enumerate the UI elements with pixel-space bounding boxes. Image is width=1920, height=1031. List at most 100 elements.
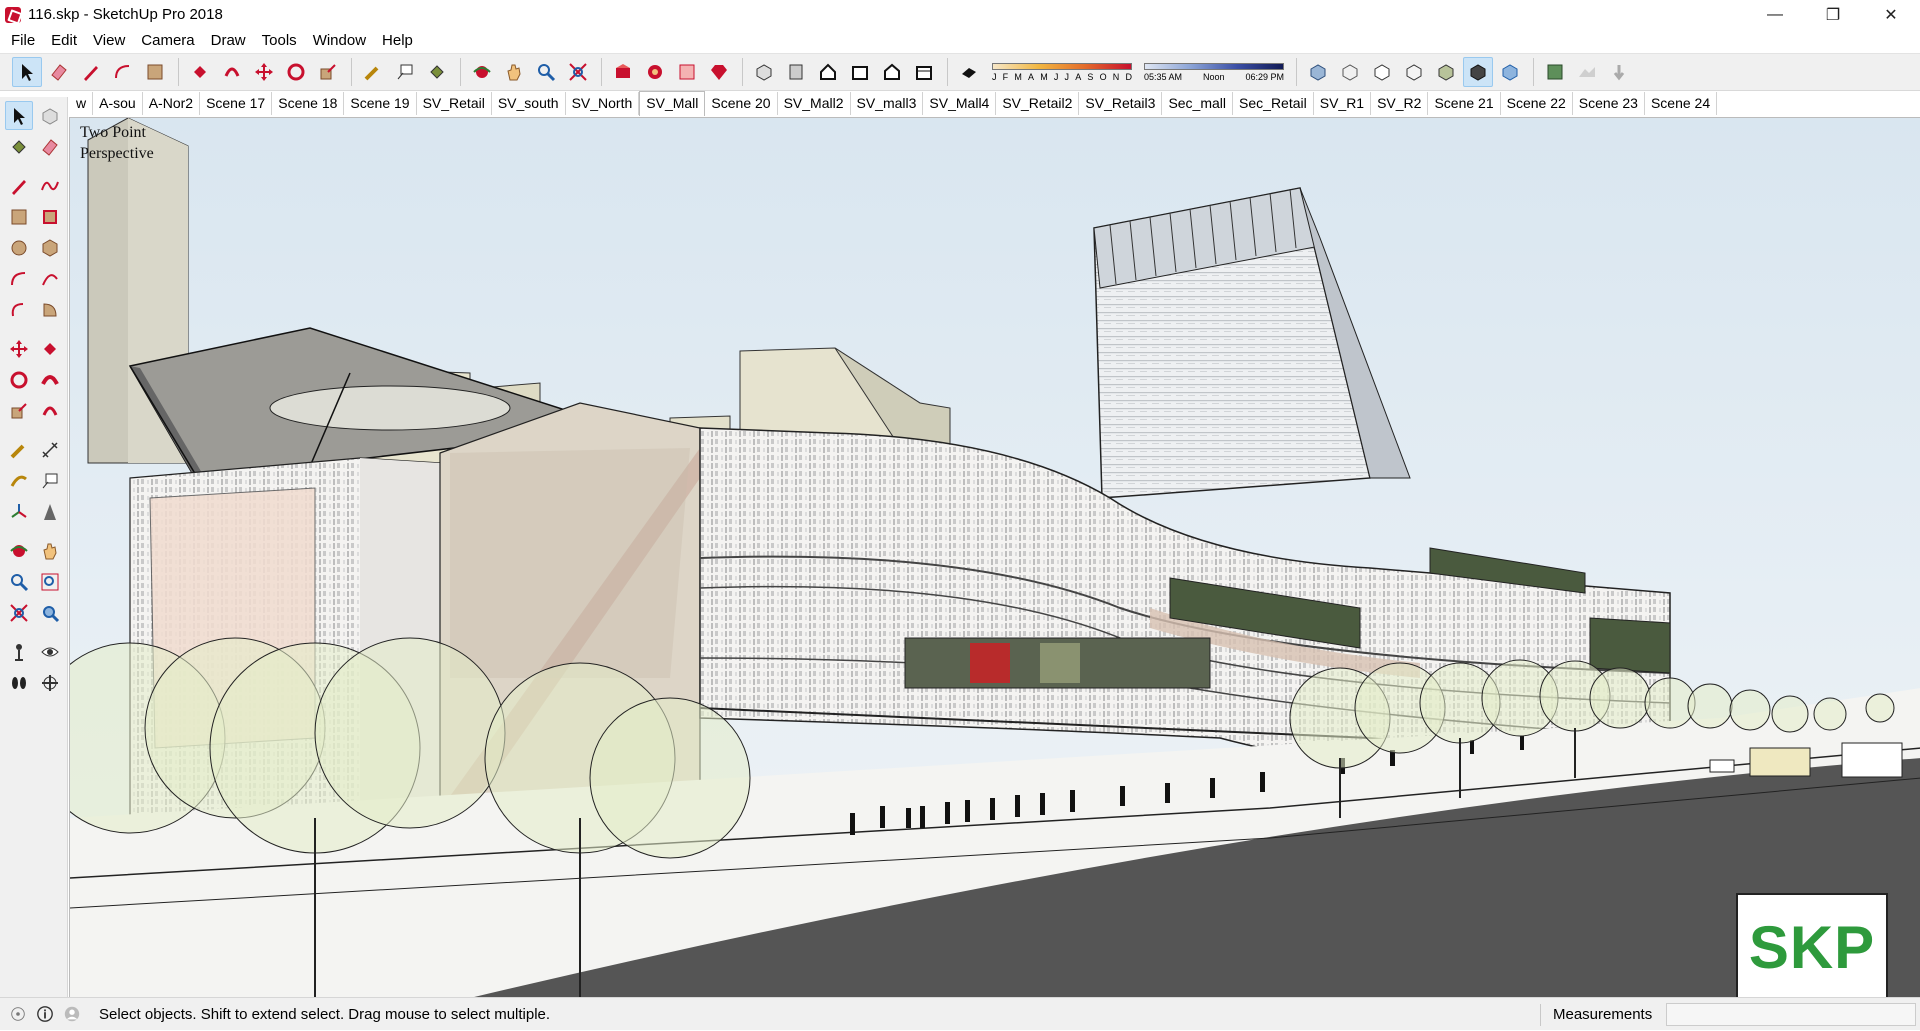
tab-scene[interactable]: Scene 18	[272, 92, 345, 115]
protractor-button[interactable]	[5, 466, 33, 495]
eraser-tool-button[interactable]	[44, 57, 74, 87]
menu-tools[interactable]: Tools	[254, 29, 305, 53]
shadow-time-slider[interactable]: 05:35 AM Noon 06:29 PM	[1144, 62, 1284, 82]
orbit-button[interactable]	[467, 57, 497, 87]
tape-measure-button[interactable]	[5, 435, 33, 464]
zoom-button[interactable]	[5, 567, 33, 596]
line-tool-button[interactable]	[76, 57, 106, 87]
follow-me-button[interactable]	[36, 365, 64, 394]
arc-button[interactable]	[5, 264, 33, 293]
tab-scene[interactable]: SV_Retail	[417, 92, 492, 115]
line-button[interactable]	[5, 171, 33, 200]
offset-button[interactable]	[36, 396, 64, 425]
tab-scene[interactable]: SV_R1	[1314, 92, 1372, 115]
tab-scene[interactable]: SV_Mall4	[923, 92, 997, 115]
menu-camera[interactable]: Camera	[133, 29, 202, 53]
right-view-button[interactable]	[845, 57, 875, 87]
tab-scene-active[interactable]: SV_Mall	[639, 91, 706, 116]
tab-scene[interactable]: SV_Retail3	[1079, 92, 1163, 115]
shape-tool-button[interactable]	[140, 57, 170, 87]
push-pull-button[interactable]	[36, 334, 64, 363]
monochrome-button[interactable]	[1463, 57, 1493, 87]
circle-button[interactable]	[5, 233, 33, 262]
model-viewport[interactable]: Two Point Perspective SKP	[69, 117, 1920, 997]
rectangle-button[interactable]	[5, 202, 33, 231]
shaded-textures-button[interactable]	[1431, 57, 1461, 87]
tab-scene[interactable]: Sec_Retail	[1233, 92, 1314, 115]
restore-icon[interactable]: ❐	[1804, 0, 1862, 29]
tab-scene[interactable]: Scene 23	[1573, 92, 1645, 115]
minimize-icon[interactable]: —	[1746, 0, 1804, 29]
select-tool-button[interactable]	[5, 101, 34, 130]
dimension-button[interactable]	[36, 435, 64, 464]
polygon-button[interactable]	[36, 233, 64, 262]
back-view-button[interactable]	[877, 57, 907, 87]
pan-button[interactable]	[499, 57, 529, 87]
menu-window[interactable]: Window	[305, 29, 374, 53]
scale-button[interactable]	[313, 57, 343, 87]
tab-scene[interactable]: Scene 24	[1645, 92, 1718, 115]
toggle-terrain-button[interactable]	[1572, 57, 1602, 87]
extension-warehouse-button[interactable]	[640, 57, 670, 87]
tab-scene[interactable]: Scene 17	[200, 92, 273, 115]
time-slider-track[interactable]	[1144, 62, 1284, 70]
tab-scene[interactable]: A-Nor2	[143, 92, 201, 115]
hidden-line-button[interactable]	[1367, 57, 1397, 87]
user-account-icon[interactable]	[63, 1005, 81, 1023]
push-pull-button[interactable]	[185, 57, 215, 87]
iso-view-button[interactable]	[749, 57, 779, 87]
rotated-rectangle-button[interactable]	[36, 202, 64, 231]
tab-scene[interactable]: Scene 21	[1428, 92, 1501, 115]
tab-scene[interactable]: Scene 22	[1501, 92, 1573, 115]
tab-scene[interactable]: A-sou	[93, 92, 143, 115]
back-edges-button[interactable]	[1495, 57, 1525, 87]
pie-button[interactable]	[36, 295, 64, 324]
ruby-console-button[interactable]	[704, 57, 734, 87]
menu-file[interactable]: File	[3, 29, 43, 53]
photo-textures-button[interactable]	[1604, 57, 1634, 87]
menu-edit[interactable]: Edit	[43, 29, 85, 53]
move-button[interactable]	[5, 334, 33, 363]
tab-scene[interactable]: Sec_mall	[1162, 92, 1234, 115]
select-tool-button[interactable]	[12, 57, 42, 87]
add-location-button[interactable]	[1540, 57, 1570, 87]
shadow-date-slider[interactable]: J F M A M J J A S O N D	[992, 62, 1132, 82]
move-button[interactable]	[249, 57, 279, 87]
shadows-toggle-button[interactable]	[954, 57, 984, 87]
axes-button[interactable]	[5, 497, 33, 526]
left-view-button[interactable]	[909, 57, 939, 87]
3d-text-button[interactable]	[36, 497, 64, 526]
paint-bucket-button[interactable]	[422, 57, 452, 87]
tab-scene[interactable]: SV_R2	[1371, 92, 1429, 115]
text-tool-button[interactable]	[390, 57, 420, 87]
previous-view-button[interactable]	[36, 598, 64, 627]
eraser-button[interactable]	[36, 132, 64, 161]
text-button[interactable]	[36, 466, 64, 495]
tab-scene[interactable]: SV_Retail2	[996, 92, 1080, 115]
two-point-arc-button[interactable]	[36, 264, 64, 293]
top-view-button[interactable]	[781, 57, 811, 87]
make-component-button[interactable]	[36, 101, 64, 130]
rotate-button[interactable]	[281, 57, 311, 87]
zoom-extents-button[interactable]	[563, 57, 593, 87]
freehand-button[interactable]	[36, 171, 64, 200]
position-camera-button[interactable]	[5, 637, 33, 666]
menu-help[interactable]: Help	[374, 29, 421, 53]
offset-button[interactable]	[217, 57, 247, 87]
tab-scene[interactable]: w	[70, 92, 94, 115]
front-view-button[interactable]	[813, 57, 843, 87]
measurements-input[interactable]	[1666, 1003, 1916, 1026]
tab-scene[interactable]: Scene 20	[705, 92, 778, 115]
zoom-window-button[interactable]	[36, 567, 64, 596]
tape-measure-button[interactable]	[358, 57, 388, 87]
tab-scene[interactable]: SV_Mall2	[778, 92, 851, 115]
month-slider-track[interactable]	[992, 62, 1132, 70]
layout-button[interactable]	[672, 57, 702, 87]
paint-bucket-button[interactable]	[5, 132, 33, 161]
arc-tool-button[interactable]	[108, 57, 138, 87]
xray-button[interactable]	[1303, 57, 1333, 87]
tab-scene[interactable]: SV_mall3	[851, 92, 924, 115]
close-icon[interactable]: ✕	[1862, 0, 1920, 29]
zoom-extents-button[interactable]	[5, 598, 33, 627]
orbit-button[interactable]	[5, 536, 33, 565]
